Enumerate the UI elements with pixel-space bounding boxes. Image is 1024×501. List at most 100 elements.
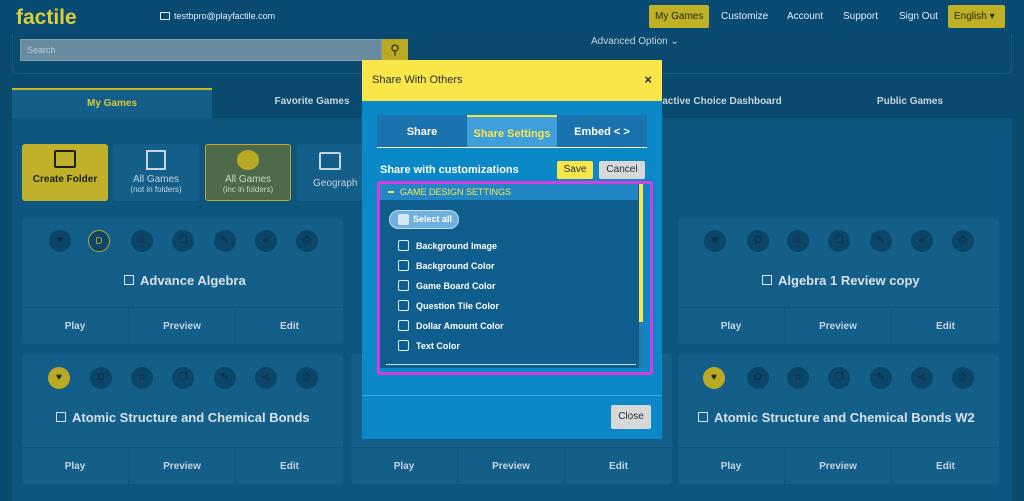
select-checkbox[interactable] xyxy=(762,275,772,285)
game-card: ♥ D ☆ ❐ ✎ ⋖ ⎙ Atomic Structure and Chemi… xyxy=(678,354,999,485)
folder-geography[interactable]: Geograph xyxy=(297,144,363,201)
difficulty-badge[interactable]: D xyxy=(747,230,769,252)
card-actions: Play Preview Edit xyxy=(351,447,672,485)
tab-active-choice-dashboard[interactable]: active Choice Dashboard xyxy=(652,88,792,118)
preview-button[interactable]: Preview xyxy=(785,448,892,485)
tab-embed[interactable]: Embed < > xyxy=(557,115,647,147)
game-card: ♥ D ☆ ❐ ✎ ⋖ ⎙ Advance Algebra Play Previ… xyxy=(22,218,343,345)
share-icon[interactable]: ⋖ xyxy=(911,230,933,252)
highlight-box xyxy=(377,181,653,375)
edit-icon[interactable]: ✎ xyxy=(870,230,892,252)
share-icon[interactable]: ⋖ xyxy=(911,367,933,389)
trophy-icon[interactable]: ☆ xyxy=(131,367,153,389)
create-folder-button[interactable]: Create Folder xyxy=(22,144,108,201)
tab-share[interactable]: Share xyxy=(377,115,467,147)
share-icon[interactable]: ⋖ xyxy=(255,367,277,389)
all-games-if-label: All Games xyxy=(224,174,272,185)
edit-icon[interactable]: ✎ xyxy=(214,230,236,252)
preview-button[interactable]: Preview xyxy=(129,448,236,485)
save-button[interactable]: Save xyxy=(557,161,593,179)
search-button[interactable]: ⚲ xyxy=(382,39,408,61)
top-nav: factile testbpro@playfactile.com My Game… xyxy=(0,0,1024,34)
play-button[interactable]: Play xyxy=(678,448,785,485)
factile-logo[interactable]: factile xyxy=(16,6,77,30)
tab-public-games[interactable]: Public Games xyxy=(812,88,1008,118)
preview-button[interactable]: Preview xyxy=(785,308,892,345)
difficulty-badge[interactable]: D xyxy=(90,367,112,389)
copy-icon[interactable]: ❐ xyxy=(172,230,194,252)
print-icon[interactable]: ⎙ xyxy=(296,230,318,252)
print-icon[interactable]: ⎙ xyxy=(952,367,974,389)
close-button[interactable]: Close xyxy=(611,405,651,429)
select-checkbox[interactable] xyxy=(698,412,708,422)
print-icon[interactable]: ⎙ xyxy=(296,367,318,389)
game-card: ♥ D ☆ ❐ ✎ ⋖ ⎙ Atomic Structure and Chemi… xyxy=(22,354,343,485)
trophy-icon[interactable]: ☆ xyxy=(131,230,153,252)
close-icon[interactable]: × xyxy=(644,72,652,87)
card-actions: Play Preview Edit xyxy=(678,447,999,485)
difficulty-badge[interactable]: D xyxy=(88,230,110,252)
tab-share-settings[interactable]: Share Settings xyxy=(467,115,557,147)
game-title: Atomic Structure and Chemical Bonds xyxy=(56,410,310,425)
game-card: ♥ D ☆ ❐ ✎ ⋖ ⎙ Algebra 1 Review copy Play… xyxy=(678,218,999,345)
edit-icon[interactable]: ✎ xyxy=(214,367,236,389)
game-title-text: Advance Algebra xyxy=(140,273,246,288)
heart-icon[interactable]: ♥ xyxy=(703,367,725,389)
edit-button[interactable]: Edit xyxy=(892,308,999,345)
user-email: testbpro@playfactile.com xyxy=(160,11,275,21)
card-actions: Play Preview Edit xyxy=(22,447,343,485)
cancel-button[interactable]: Cancel xyxy=(599,161,645,179)
play-button[interactable]: Play xyxy=(22,308,129,345)
card-actions: Play Preview Edit xyxy=(678,307,999,345)
tabs-divider xyxy=(377,147,647,148)
game-title: Algebra 1 Review copy xyxy=(762,273,920,288)
all-games-not-in-folders[interactable]: All Games (not in folders) xyxy=(113,144,199,201)
game-title-text: Atomic Structure and Chemical Bonds W2 xyxy=(714,410,975,425)
nav-account-link[interactable]: Account xyxy=(787,11,823,22)
modal-tabs: Share Share Settings Embed < > xyxy=(377,115,647,147)
edit-button[interactable]: Edit xyxy=(236,308,343,345)
preview-button[interactable]: Preview xyxy=(458,448,565,485)
preview-button[interactable]: Preview xyxy=(129,308,236,345)
search-icon: ⚲ xyxy=(390,42,400,57)
trophy-icon[interactable]: ☆ xyxy=(787,367,809,389)
search-input[interactable]: Search xyxy=(20,39,382,61)
advanced-option-toggle[interactable]: Advanced Option ⌄ xyxy=(591,36,679,47)
game-title: Atomic Structure and Chemical Bonds W2 xyxy=(698,410,975,425)
play-button[interactable]: Play xyxy=(22,448,129,485)
language-select[interactable]: English ▾ xyxy=(948,5,1005,28)
modal-footer-divider xyxy=(362,395,662,396)
edit-icon[interactable]: ✎ xyxy=(870,367,892,389)
nav-customize-link[interactable]: Customize xyxy=(721,11,768,22)
copy-icon[interactable]: ❐ xyxy=(828,367,850,389)
heart-icon[interactable]: ♥ xyxy=(48,367,70,389)
select-checkbox[interactable] xyxy=(124,275,134,285)
play-button[interactable]: Play xyxy=(351,448,458,485)
select-checkbox[interactable] xyxy=(56,412,66,422)
tab-my-games[interactable]: My Games xyxy=(12,88,212,118)
edit-button[interactable]: Edit xyxy=(892,448,999,485)
share-customizations-label: Share with customizations xyxy=(380,164,519,176)
difficulty-badge[interactable]: D xyxy=(747,367,769,389)
trophy-icon[interactable]: ☆ xyxy=(787,230,809,252)
all-games-nf-label: All Games xyxy=(132,174,180,185)
all-games-inc-folders[interactable]: All Games (inc in folders) xyxy=(205,144,291,201)
heart-icon[interactable]: ♥ xyxy=(49,230,71,252)
nav-sign-out-link[interactable]: Sign Out xyxy=(899,11,938,22)
game-title-text: Atomic Structure and Chemical Bonds xyxy=(72,410,310,425)
nav-my-games-button[interactable]: My Games xyxy=(649,5,710,28)
print-icon[interactable]: ⎙ xyxy=(952,230,974,252)
share-icon[interactable]: ⋖ xyxy=(255,230,277,252)
folder-geography-label: Geograph xyxy=(313,178,358,189)
copy-icon[interactable]: ❐ xyxy=(828,230,850,252)
modal-title: Share With Others xyxy=(372,74,463,86)
copy-icon[interactable]: ❐ xyxy=(172,367,194,389)
mail-icon xyxy=(160,12,170,20)
create-folder-label: Create Folder xyxy=(32,174,98,185)
play-button[interactable]: Play xyxy=(678,308,785,345)
sitemap-icon xyxy=(146,150,166,170)
edit-button[interactable]: Edit xyxy=(565,448,672,485)
edit-button[interactable]: Edit xyxy=(236,448,343,485)
nav-support-link[interactable]: Support xyxy=(843,11,878,22)
heart-icon[interactable]: ♥ xyxy=(704,230,726,252)
